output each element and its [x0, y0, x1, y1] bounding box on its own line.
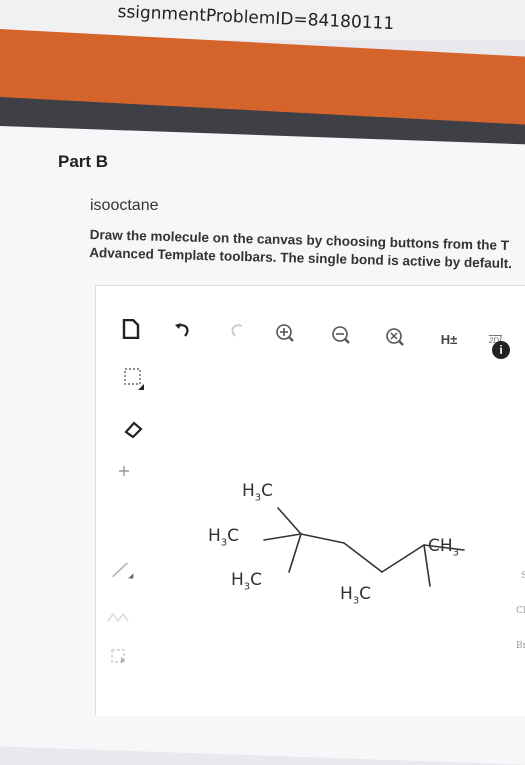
bond-c1-leftmethyl: [263, 533, 302, 541]
part-title: Part B: [58, 152, 109, 171]
atom-label-h3c-mid: H3C: [208, 526, 240, 549]
drawing-editor[interactable]: H± 2D i H3C H3C H3C CH3 H3C Cl Br S: [95, 285, 525, 716]
atom-label-h3c-low: H3C: [231, 570, 263, 593]
bond-c1-c2: [300, 533, 345, 544]
bond-c2-c3: [343, 542, 383, 573]
element-br-button[interactable]: Br: [516, 641, 525, 651]
element-s-button[interactable]: S: [521, 571, 525, 581]
bond-c1-topmethyl: [277, 507, 302, 535]
atom-label-h3c-top: H3C: [242, 481, 274, 504]
bond-c3-c4: [381, 544, 425, 573]
atom-label-ch3-right: CH3: [428, 536, 460, 559]
bond-c1-lowmethyl: [288, 533, 302, 573]
atom-label-h3c-bottom: H3C: [340, 584, 372, 607]
molecule-structure: [263, 507, 465, 587]
molecule-name: isooctane: [90, 197, 159, 214]
element-cl-button[interactable]: Cl: [516, 606, 525, 616]
address-bar-url: ssignmentProblemID=84180111: [117, 2, 395, 35]
